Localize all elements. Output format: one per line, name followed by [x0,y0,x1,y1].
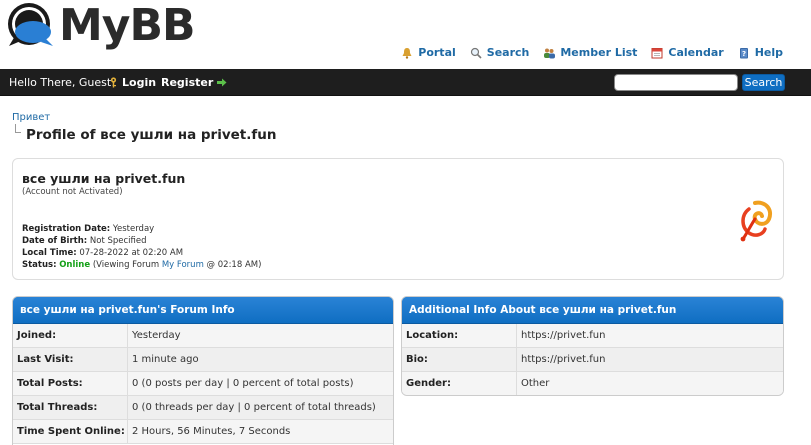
status-suffix: @ 02:18 AM) [206,260,262,270]
viewing-forum-link[interactable]: My Forum [162,260,204,270]
breadcrumb-connector [15,124,21,133]
row-value: 0 (0 posts per day | 0 percent of total … [132,378,354,389]
row-value: https://privet.fun [521,354,606,365]
help-link[interactable]: ? Help [738,46,783,59]
avatar [740,200,772,242]
table-row: Location: https://privet.fun [402,324,783,348]
login-label: Login [122,76,157,89]
welcome-text: Hello There, Guest! [9,76,116,89]
additional-info-table: Additional Info About все ушли на privet… [401,296,784,396]
row-key: Last Visit: [13,348,128,371]
profile-summary: все ушли на privet.fun (Account not Acti… [12,158,784,280]
register-label: Register [161,76,214,89]
profile-username: все ушли на privet.fun [22,171,186,186]
account-status: (Account not Activated) [22,187,123,197]
top-links: Portal Search Member List Calendar ? Hel… [401,46,783,59]
portal-label: Portal [418,46,456,59]
help-label: Help [754,46,783,59]
row-value: Other [521,378,550,389]
status-prefix: (Viewing Forum [92,260,160,270]
row-key: Total Threads: [13,396,128,419]
key-icon [110,77,117,88]
header: MyBB Portal Search Member List Calendar … [0,0,811,69]
row-value: 0 (0 threads per day | 0 percent of tota… [132,402,376,413]
local-time-line: Local Time: 07-28-2022 at 02:20 AM [22,248,183,258]
row-key: Location: [402,324,517,347]
row-value: https://privet.fun [521,330,606,341]
table-row: Bio: https://privet.fun [402,348,783,372]
calendar-link[interactable]: Calendar [651,46,724,59]
search-label: Search [486,46,530,59]
members-icon [544,48,556,58]
forum-info-table: все ушли на privet.fun's Forum Info Join… [12,296,394,445]
date-of-birth-value: Not Specified [89,236,147,246]
row-value: Yesterday [132,330,181,341]
row-key: Time Spent Online: [13,420,128,443]
row-key: Bio: [402,348,517,371]
row-key: Total Posts: [13,372,128,395]
user-panel-bar: Hello There, Guest! Login Register Searc… [0,69,811,96]
row-value: 1 minute ago [132,354,199,365]
member-list-link[interactable]: Member List [543,46,637,59]
page-title: Profile of все ушли на privet.fun [26,127,277,143]
status-line: Status: Online (Viewing Forum My Forum @… [22,260,261,270]
additional-info-rows: Location: https://privet.fun Bio: https:… [402,324,783,395]
registration-date-label: Registration Date: [22,224,111,234]
row-key: Joined: [13,324,128,347]
search-link[interactable]: Search [470,46,530,59]
arrow-right-icon [217,78,227,87]
calendar-icon [651,47,663,58]
help-book-icon: ? [739,47,748,58]
magnifier-icon [470,47,482,59]
registration-date-line: Registration Date: Yesterday [22,224,154,234]
search-input[interactable] [614,74,738,91]
table-row: Gender: Other [402,372,783,395]
breadcrumb-root-link[interactable]: Привет [12,112,50,123]
row-value: 2 Hours, 56 Minutes, 7 Seconds [132,426,291,437]
row-key: Gender: [402,372,517,395]
table-row: Total Posts: 0 (0 posts per day | 0 perc… [13,372,393,396]
date-of-birth-label: Date of Birth: [22,236,88,246]
bell-icon [402,47,412,59]
online-status: Online [59,260,91,270]
login-link[interactable]: Login [109,76,156,89]
svg-text:?: ? [742,50,746,58]
table-row: Last Visit: 1 minute ago [13,348,393,372]
table-row: Joined: Yesterday [13,324,393,348]
status-label: Status: [22,260,57,270]
table-row: Time Spent Online: 2 Hours, 56 Minutes, … [13,420,393,444]
forum-info-title: все ушли на privet.fun's Forum Info [13,297,393,324]
speech-bubbles-icon [8,3,53,46]
local-time-label: Local Time: [22,248,77,258]
mybb-logo[interactable]: MyBB [5,0,196,54]
additional-info-title: Additional Info About все ушли на privet… [402,297,783,324]
date-of-birth-line: Date of Birth: Not Specified [22,236,147,246]
logo-text: MyBB [59,0,196,51]
table-row: Total Threads: 0 (0 threads per day | 0 … [13,396,393,420]
calendar-label: Calendar [668,46,724,59]
local-time-value: 07-28-2022 at 02:20 AM [79,248,184,258]
registration-date-value: Yesterday [112,224,155,234]
portal-link[interactable]: Portal [401,46,456,59]
forum-info-rows: Joined: Yesterday Last Visit: 1 minute a… [13,324,393,444]
search-button[interactable]: Search [742,74,785,91]
member-list-label: Member List [560,46,638,59]
register-link[interactable]: Register [161,76,227,89]
